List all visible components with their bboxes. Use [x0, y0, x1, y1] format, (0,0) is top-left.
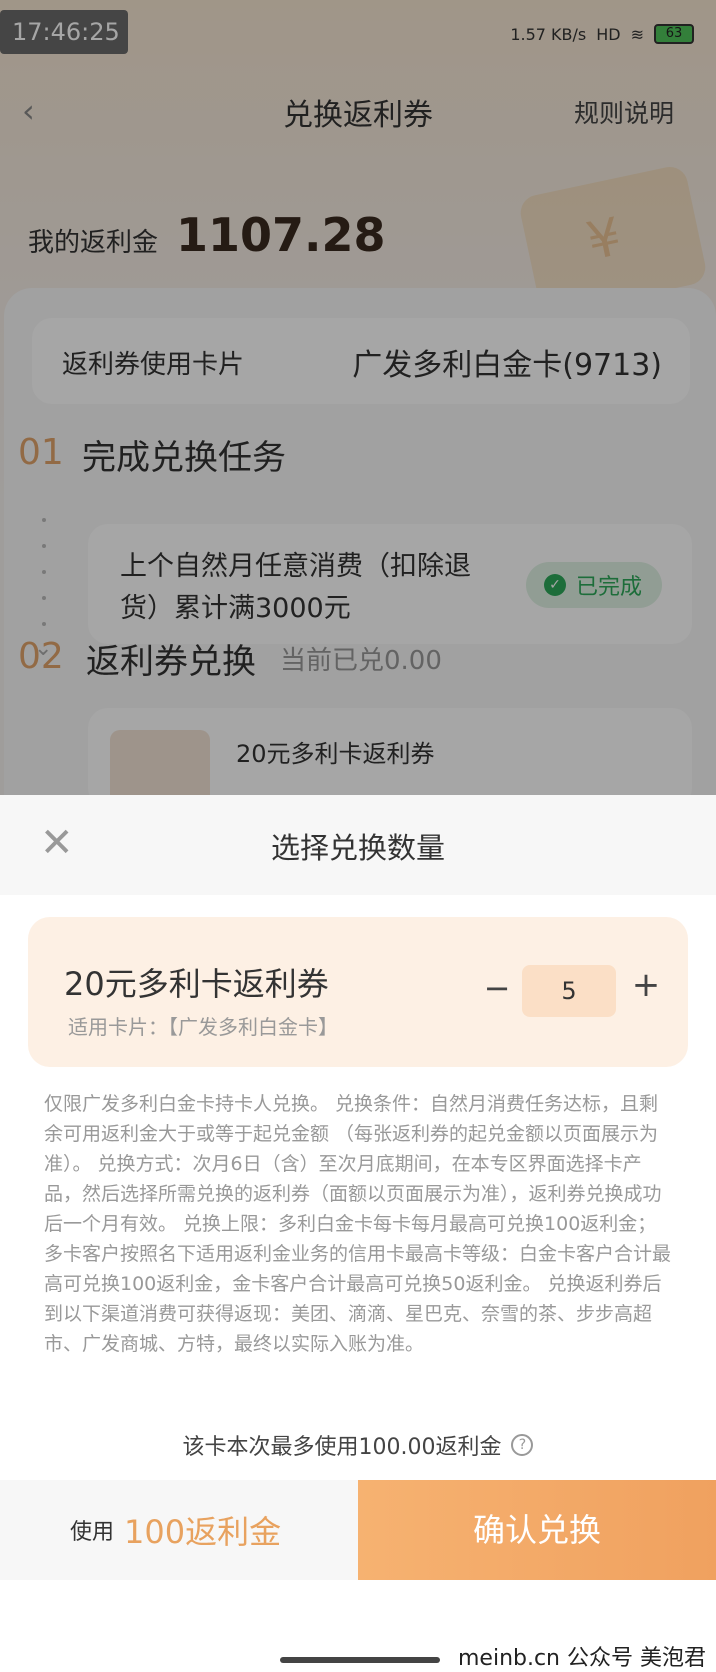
coupon-name: 20元多利卡返利券	[64, 965, 329, 1003]
home-indicator[interactable]	[280, 1657, 440, 1663]
bottom-action-bar: 使用 100返利金 确认兑换	[0, 1480, 716, 1580]
watermark: meinb.cn 公众号 美泡君	[457, 1646, 706, 1671]
terms-text: 仅限广发多利白金卡持卡人兑换。 兑换条件：自然月消费任务达标，且剩余可用返利金大…	[44, 1093, 672, 1355]
quantity-input[interactable]: 5	[522, 965, 616, 1017]
modal-overlay[interactable]	[0, 0, 716, 795]
increase-button[interactable]: +	[628, 965, 664, 1005]
applicable-card: 适用卡片：【广发多利白金卡】	[68, 1015, 338, 1039]
help-icon[interactable]: ?	[511, 1434, 534, 1456]
usage-amount: 100返利金	[124, 1513, 282, 1551]
sheet-header: ✕ 选择兑换数量	[0, 795, 716, 895]
max-usage-text: 该卡本次最多使用100.00返利金	[182, 1435, 502, 1460]
quantity-sheet: ✕ 选择兑换数量 20元多利卡返利券 适用卡片：【广发多利白金卡】 − 5 + …	[0, 795, 716, 1672]
usage-prefix: 使用	[70, 1520, 115, 1545]
coupon-card: 20元多利卡返利券 适用卡片：【广发多利白金卡】 − 5 +	[28, 917, 688, 1067]
usage-summary: 使用 100返利金	[0, 1480, 358, 1580]
confirm-exchange-button[interactable]: 确认兑换	[358, 1480, 716, 1580]
decrease-button[interactable]: −	[480, 969, 514, 1007]
sheet-title: 选择兑换数量	[270, 831, 445, 865]
max-usage-note: 该卡本次最多使用100.00返利金 ?	[0, 1429, 716, 1461]
